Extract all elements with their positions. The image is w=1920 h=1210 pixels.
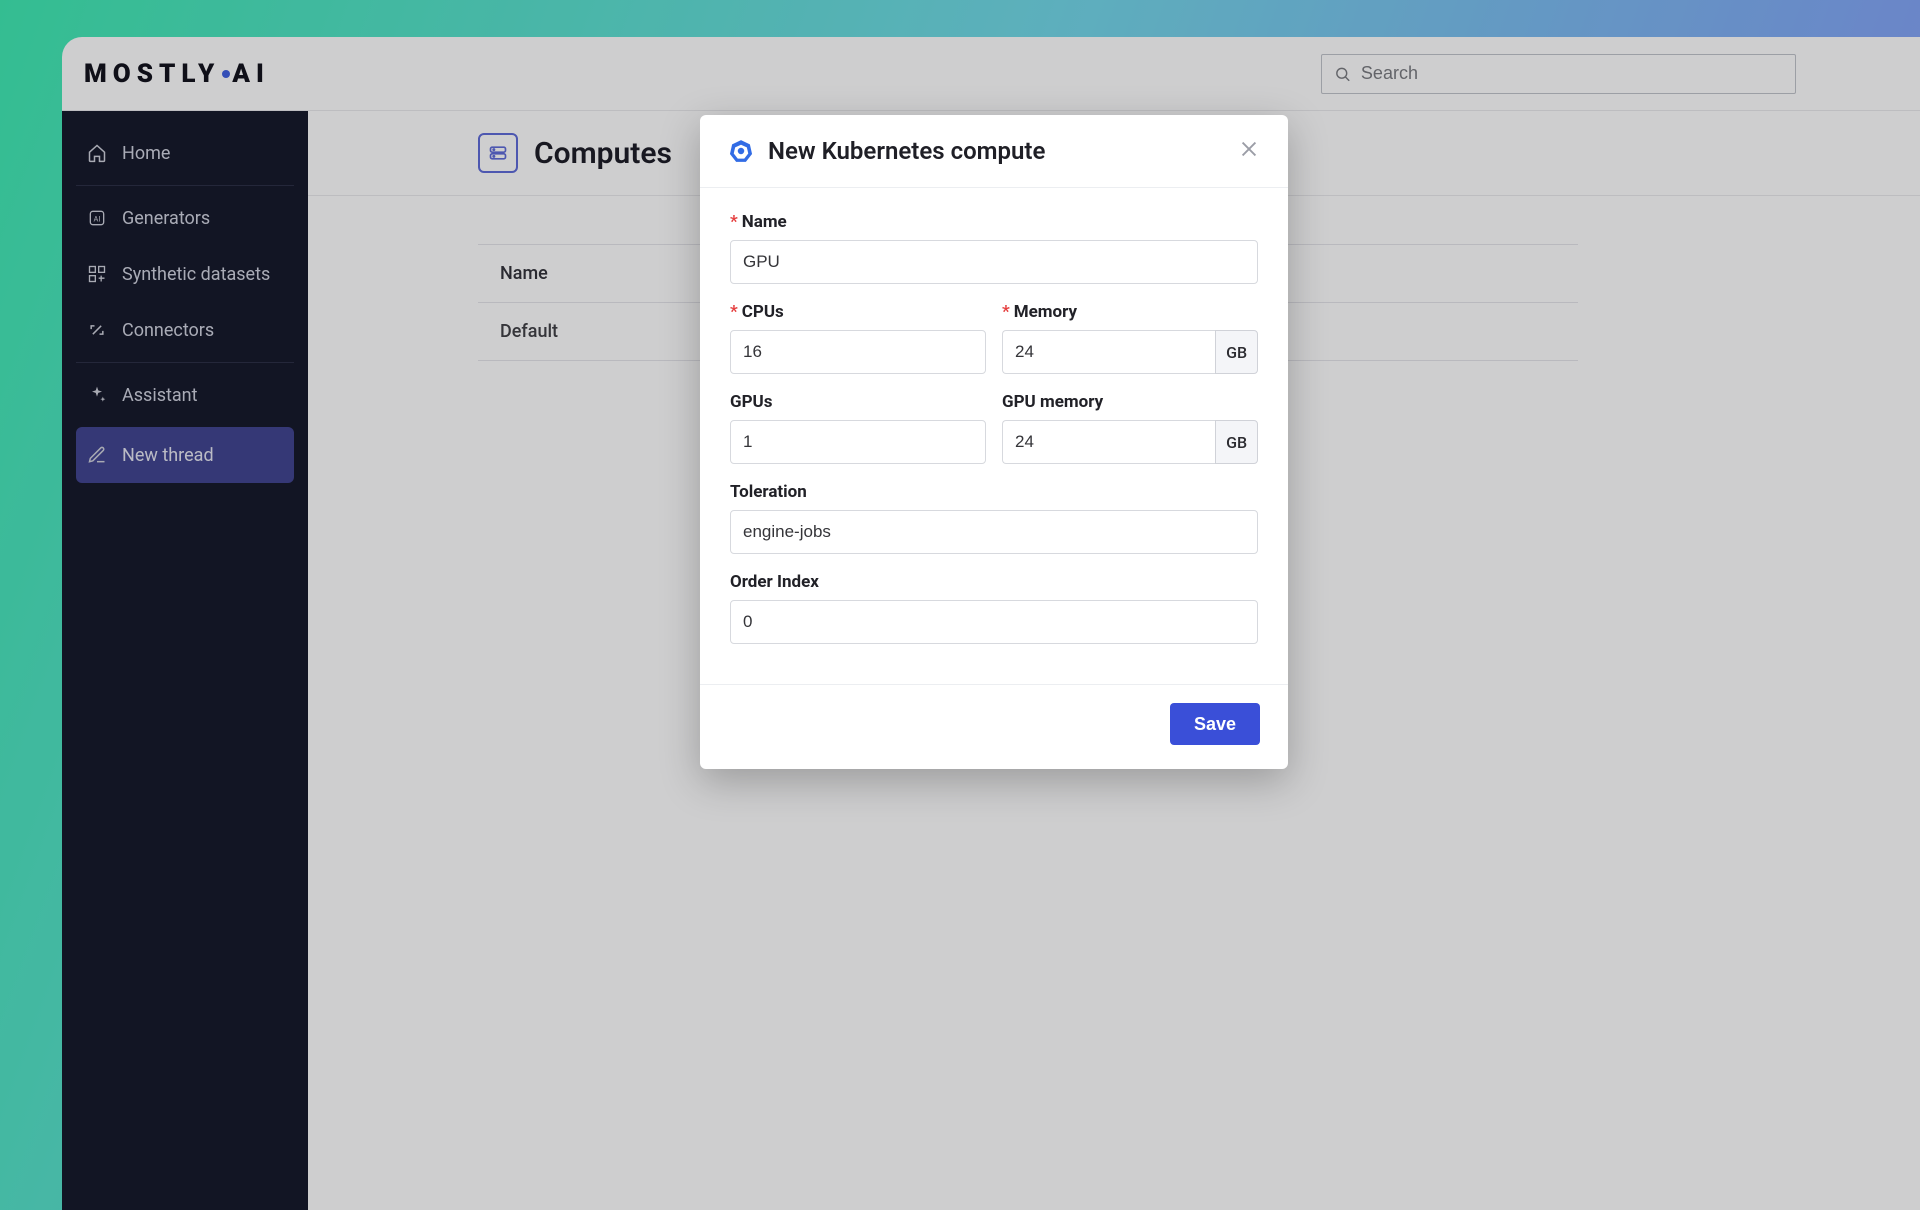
- label-cpus: *CPUs: [730, 302, 986, 322]
- close-icon: [1238, 138, 1260, 160]
- modal-title: New Kubernetes compute: [768, 137, 1224, 165]
- label-toleration: Toleration: [730, 482, 1258, 502]
- kubernetes-icon: [728, 138, 754, 164]
- gpus-input[interactable]: [730, 420, 986, 464]
- save-button[interactable]: Save: [1170, 703, 1260, 745]
- label-gpu-memory: GPU memory: [1002, 392, 1258, 412]
- close-button[interactable]: [1238, 138, 1260, 164]
- label-gpus: GPUs: [730, 392, 986, 412]
- modal-new-kubernetes-compute: New Kubernetes compute *Name *CPUs *Memo…: [700, 115, 1288, 769]
- name-input[interactable]: [730, 240, 1258, 284]
- memory-unit: GB: [1215, 330, 1258, 374]
- label-name: *Name: [730, 212, 1258, 232]
- cpus-input[interactable]: [730, 330, 986, 374]
- modal-footer: Save: [700, 684, 1288, 769]
- gpu-memory-input[interactable]: [1002, 420, 1215, 464]
- modal-body: *Name *CPUs *Memory GB GPUs: [700, 188, 1288, 684]
- gpu-memory-unit: GB: [1215, 420, 1258, 464]
- label-order-index: Order Index: [730, 572, 1258, 592]
- modal-header: New Kubernetes compute: [700, 115, 1288, 188]
- toleration-input[interactable]: [730, 510, 1258, 554]
- label-memory: *Memory: [1002, 302, 1258, 322]
- memory-input[interactable]: [1002, 330, 1215, 374]
- order-index-input[interactable]: [730, 600, 1258, 644]
